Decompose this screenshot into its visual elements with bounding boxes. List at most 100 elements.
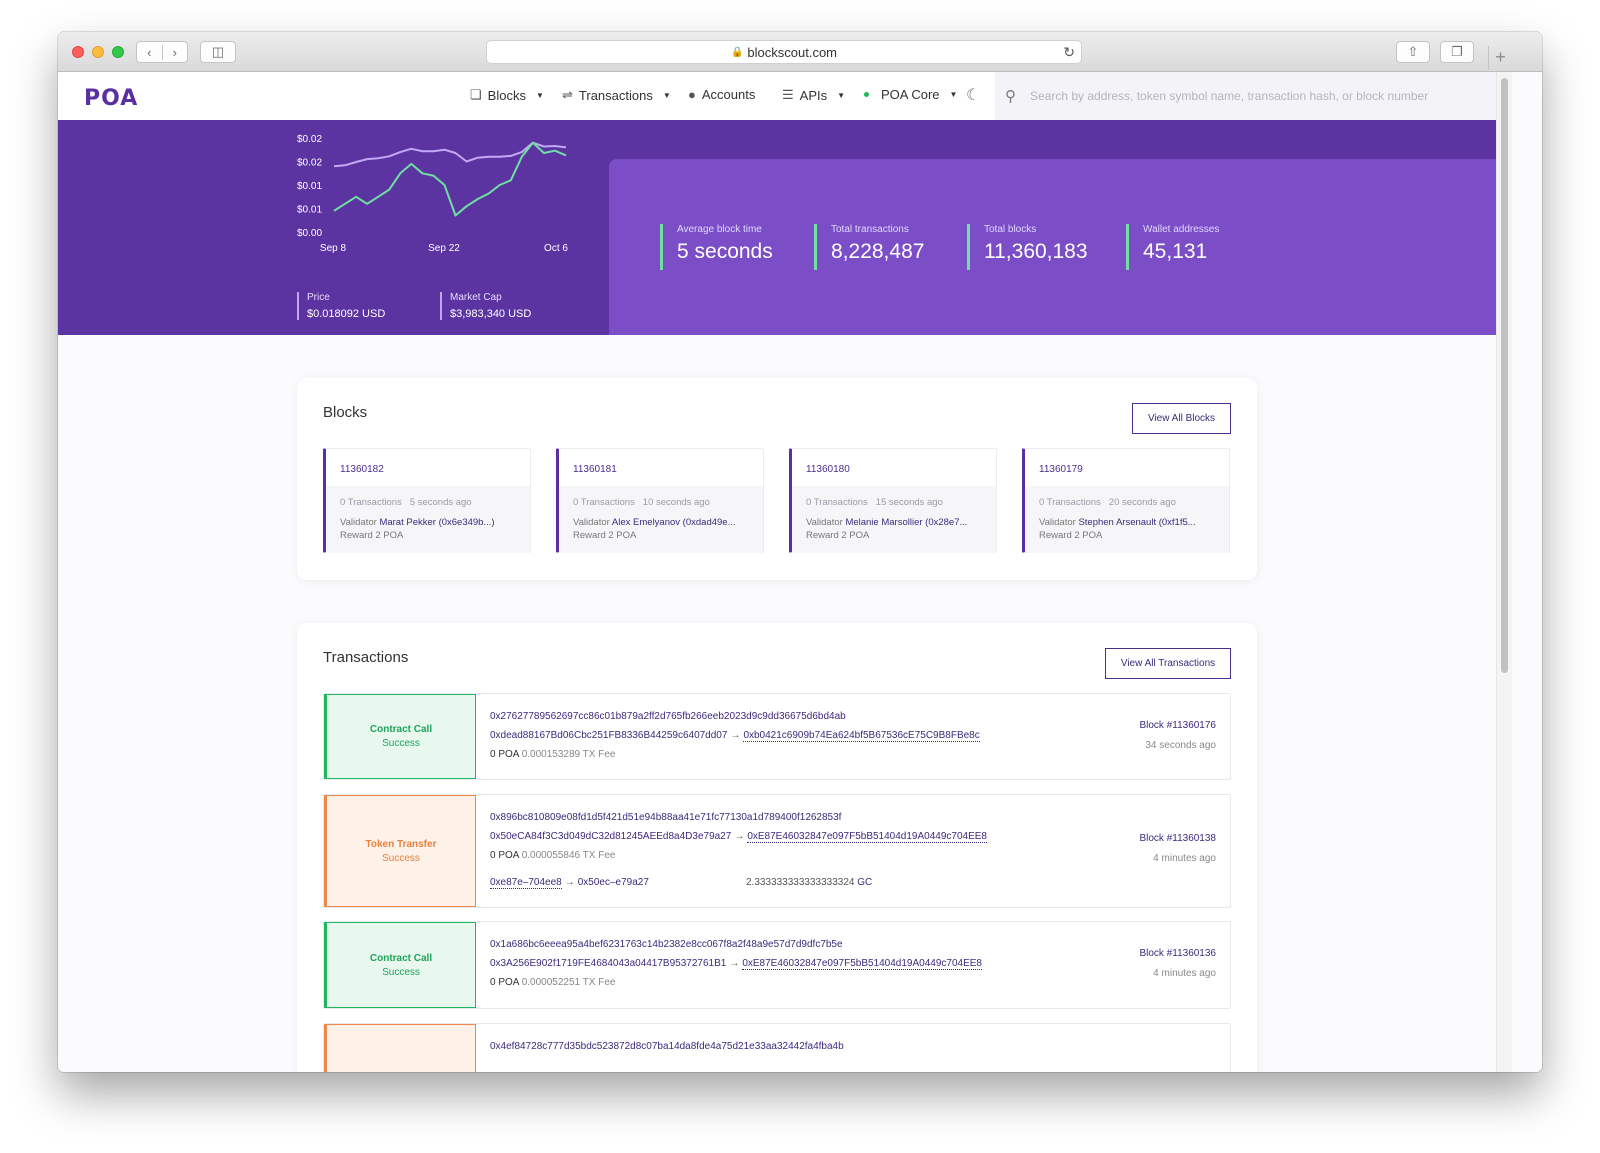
validator-link[interactable]: Marat Pekker (0x6e349b...) <box>379 517 494 528</box>
view-all-blocks-button[interactable]: View All Blocks <box>1132 403 1231 434</box>
transaction-row[interactable]: Contract Call Success 0x27627789562697cc… <box>323 693 1231 780</box>
transaction-row[interactable]: Contract Call Success 0x1a686bc6eeea95a4… <box>323 921 1231 1009</box>
validator-label: Validator <box>1039 517 1076 528</box>
page-scrollbar[interactable] <box>1496 72 1512 1072</box>
minimize-window-button[interactable] <box>92 46 104 58</box>
tx-age: 4 minutes ago <box>1153 968 1216 979</box>
window-edge <box>1512 72 1542 1072</box>
tabs-overview-icon[interactable]: ❐ <box>1440 41 1474 63</box>
nav-blocks[interactable]: ❏ Blocks ▼ <box>470 87 544 103</box>
browser-window: ‹ › ◫ 🔒 blockscout.com ↻ ⇧ ❐ + POA ❏ Blo… <box>58 32 1542 1072</box>
token-to-link[interactable]: 0x50ec–e79a27 <box>578 877 649 888</box>
x-tick-label: Oct 6 <box>544 243 568 254</box>
block-meta: 0 Transactions 20 seconds ago <box>1039 497 1176 508</box>
block-tile[interactable]: 11360180 0 Transactions 15 seconds ago Va… <box>789 448 997 553</box>
tx-value-fee: 0 POA 0.000153289 TX Fee <box>490 749 615 760</box>
tx-hash-link[interactable]: 0x27627789562697cc86c01b879a2ff2d765fb26… <box>490 711 846 722</box>
address-url: blockscout.com <box>747 44 838 60</box>
validator-label: Validator <box>806 517 843 528</box>
caret-down-icon: ▼ <box>949 90 958 99</box>
token-amount-line: 2.333333333333333324 GC <box>746 877 872 888</box>
block-age: 5 seconds ago <box>409 497 472 508</box>
transaction-row[interactable]: 0x4ef84728c777d35bdc523872d8c07ba14da8fd… <box>323 1023 1231 1072</box>
browser-titlebar: ‹ › ◫ 🔒 blockscout.com ↻ ⇧ ❐ + <box>58 32 1542 72</box>
block-tile[interactable]: 11360181 0 Transactions 10 seconds ago Va… <box>556 448 764 553</box>
share-icon[interactable]: ⇧ <box>1396 41 1430 63</box>
address-bar[interactable]: 🔒 blockscout.com ↻ <box>486 40 1082 64</box>
caret-down-icon: ▼ <box>662 90 671 100</box>
tx-to-link[interactable]: 0xE87E46032847e097F5bB51404d19A0449c704E… <box>742 958 982 970</box>
tx-status-tile: Contract Call Success <box>324 694 476 779</box>
search-icon: ⚲ <box>1005 88 1016 105</box>
list-icon: ☰ <box>782 87 794 102</box>
nav-apis[interactable]: ☰ APIs ▼ <box>782 87 845 103</box>
arrow-right-icon: → <box>734 831 745 842</box>
validator-link[interactable]: Stephen Arsenault (0xf1f5... <box>1078 517 1195 528</box>
validator-link[interactable]: Alex Emelyanov (0xdad49e... <box>612 517 736 528</box>
tx-type: Token Transfer <box>365 838 437 850</box>
nav-accounts[interactable]: ● Accounts <box>688 87 755 102</box>
close-window-button[interactable] <box>72 46 84 58</box>
tx-status-tile: Token Transfer Success <box>324 795 476 907</box>
tx-addresses: 0x50eCA84f3C3d049dC32d81245AEEd8a4D3e79a… <box>490 831 987 843</box>
reload-icon[interactable]: ↻ <box>1063 44 1075 61</box>
block-tx-count: 0 Transactions <box>573 497 635 508</box>
transaction-row[interactable]: Token Transfer Success 0x896bc810809e08f… <box>323 794 1231 908</box>
tx-fee: 0.000052251 TX Fee <box>521 977 616 988</box>
token-symbol-link[interactable]: GC <box>857 877 872 888</box>
price-chart: $0.02 $0.02 $0.01 $0.01 $0.00 Sep 8 Sep 22 Oct … <box>297 134 568 254</box>
block-tile[interactable]: 11360182 0 Transactions 5 seconds ago Val… <box>323 448 531 553</box>
tx-status: Success <box>382 966 420 978</box>
block-validator: Validator Alex Emelyanov (0xdad49e... <box>573 517 759 528</box>
price-value: $0.018092 USD <box>307 308 386 320</box>
tx-value: 0 POA <box>490 749 519 760</box>
new-tab-icon[interactable]: + <box>1488 46 1512 70</box>
tx-hash-link[interactable]: 0x896bc810809e08fd1d5f421d51e94b88aa41e7… <box>490 812 841 823</box>
tx-hash-link[interactable]: 0x4ef84728c777d35bdc523872d8c07ba14da8fd… <box>490 1041 844 1052</box>
block-tile[interactable]: 11360179 0 Transactions 20 seconds ago Va… <box>1022 448 1230 553</box>
y-tick-label: $0.00 <box>297 228 322 239</box>
sidebar-toggle-icon[interactable]: ◫ <box>200 41 236 63</box>
scrollbar-thumb[interactable] <box>1501 78 1508 673</box>
stat-value: 11,360,183 <box>984 240 1088 263</box>
tx-from-link[interactable]: 0x3A256E902f1719FE4684043a04417B95372761… <box>490 958 726 969</box>
y-tick-label: $0.02 <box>297 134 322 145</box>
search-input[interactable]: Search by address, token symbol name, tr… <box>1030 89 1428 103</box>
token-amount: 2.333333333333333324 <box>746 877 855 888</box>
view-all-transactions-button[interactable]: View All Transactions <box>1105 648 1231 679</box>
nav-network-selector[interactable]: POA Core ▼ <box>864 87 957 102</box>
block-number-link[interactable]: 11360179 <box>1039 464 1083 475</box>
tx-addresses: 0xdead88167Bd06Cbc251FB8336B44259c6407dd… <box>490 730 980 742</box>
block-age: 15 seconds ago <box>875 497 943 508</box>
tx-to-link[interactable]: 0xb0421c6909b74Ea624bf5B67536cE75C9B8FBe… <box>743 730 980 742</box>
tx-block-link[interactable]: Block #11360138 <box>1139 833 1216 844</box>
arrow-right-icon: → <box>729 958 740 969</box>
tx-block-link[interactable]: Block #11360176 <box>1139 720 1216 731</box>
block-number-link[interactable]: 11360182 <box>340 464 384 475</box>
transactions-title: Transactions <box>323 649 409 666</box>
nav-transactions[interactable]: ⇌ Transactions ▼ <box>562 87 671 103</box>
tx-from-link[interactable]: 0x50eCA84f3C3d049dC32d81245AEEd8a4D3e79a… <box>490 831 731 842</box>
search-bar[interactable]: ⚲ Search by address, token symbol name, … <box>995 72 1496 120</box>
block-number-link[interactable]: 11360180 <box>806 464 850 475</box>
block-tx-count: 0 Transactions <box>340 497 402 508</box>
token-from-link[interactable]: 0xe87e–704ee8 <box>490 877 562 889</box>
stat-label: Wallet addresses <box>1143 224 1220 235</box>
dark-mode-moon-icon[interactable]: ☾ <box>966 85 980 105</box>
nav-apis-label: APIs <box>799 87 828 103</box>
block-tile-details: 0 Transactions 10 seconds ago Validator A… <box>559 486 763 553</box>
tx-from-link[interactable]: 0xdead88167Bd06Cbc251FB8336B44259c6407dd… <box>490 730 727 741</box>
poa-logo[interactable]: POA <box>84 86 138 111</box>
block-number-link[interactable]: 11360181 <box>573 464 617 475</box>
tx-block-link[interactable]: Block #11360136 <box>1139 948 1216 959</box>
maximize-window-button[interactable] <box>112 46 124 58</box>
validator-link[interactable]: Melanie Marsollier (0x28e7... <box>845 517 967 528</box>
validator-label: Validator <box>340 517 377 528</box>
tx-age: 34 seconds ago <box>1145 740 1216 751</box>
top-navbar: POA ❏ Blocks ▼ ⇌ Transactions ▼ ● Accoun… <box>58 72 1496 120</box>
tx-hash-link[interactable]: 0x1a686bc6eeea95a4bef6231763c14b2382e8cc… <box>490 939 843 950</box>
back-arrow-icon[interactable]: ‹ <box>137 45 162 60</box>
tx-to-link[interactable]: 0xE87E46032847e097F5bB51404d19A0449c704E… <box>747 831 987 843</box>
chain-stats-panel: Average block time 5 seconds Total trans… <box>609 159 1496 335</box>
forward-arrow-icon[interactable]: › <box>161 44 188 60</box>
